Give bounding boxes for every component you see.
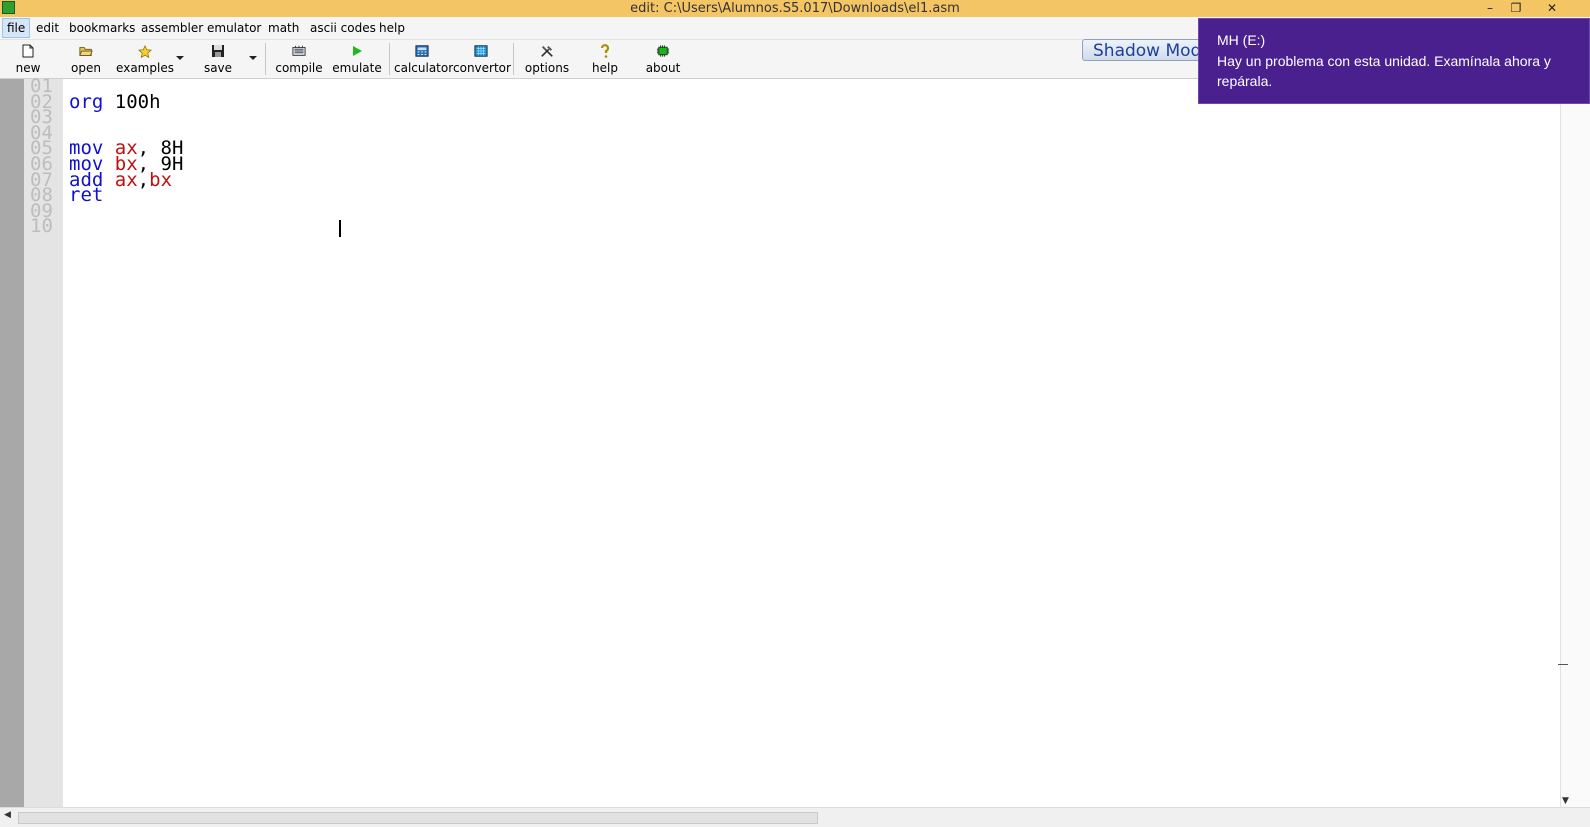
window-title: edit: C:\Users\Alumnos.S5.017\Downloads\… [630, 1, 960, 16]
drive-notification-toast[interactable]: MH (E:) Hay un problema con esta unidad.… [1198, 18, 1590, 104]
options-button[interactable]: options [522, 41, 572, 77]
toolbar-separator [513, 43, 514, 75]
examples-dropdown-icon[interactable] [176, 56, 184, 60]
code-separator: , [137, 168, 150, 191]
code-register: ax [114, 168, 138, 191]
play-icon [350, 44, 364, 58]
title-bar: edit: C:\Users\Alumnos.S5.017\Downloads\… [0, 0, 1590, 17]
convertor-icon [474, 44, 488, 58]
emulate-button[interactable]: emulate [332, 41, 382, 77]
code-keyword: ret [69, 184, 104, 207]
notification-title: MH (E:) [1217, 32, 1266, 48]
folder-open-icon [79, 44, 93, 58]
notification-body: Hay un problema con esta unidad. Examína… [1217, 53, 1551, 89]
floppy-disk-icon [211, 44, 225, 58]
about-button[interactable]: about [643, 41, 683, 77]
calculator-icon [415, 44, 429, 58]
menu-math[interactable]: math [264, 19, 303, 37]
scroll-marker [1558, 664, 1568, 665]
toolbar-separator [265, 43, 266, 75]
chip-icon [656, 44, 670, 58]
menu-file[interactable]: file [2, 18, 31, 38]
about-label: about [645, 61, 681, 75]
save-dropdown-icon[interactable] [249, 56, 257, 60]
new-button[interactable]: new [8, 41, 48, 77]
code-keyword: org [69, 90, 104, 113]
compile-icon [292, 44, 306, 58]
bookmark-gutter[interactable] [0, 79, 24, 807]
toolbar-separator [389, 43, 390, 75]
restore-icon[interactable]: ❐ [1502, 0, 1530, 17]
help-label: help [592, 61, 618, 75]
open-label: open [71, 61, 101, 75]
horizontal-scroll-thumb[interactable] [18, 812, 818, 824]
line-number: 10 [30, 215, 53, 238]
code-register: bx [149, 168, 173, 191]
shadow-mode-button[interactable]: Shadow Mode [1082, 39, 1214, 61]
calculator-button[interactable]: calculator [394, 41, 454, 77]
new-label: new [15, 61, 41, 75]
close-icon[interactable]: ✕ [1538, 0, 1566, 17]
calculator-label: calculator [394, 61, 454, 75]
minimize-icon[interactable]: – [1476, 0, 1504, 17]
scroll-left-icon[interactable]: ◀ [4, 810, 11, 820]
code-line[interactable]: org 100h [69, 92, 161, 111]
horizontal-scrollbar[interactable]: ◀ [0, 807, 1590, 827]
menu-edit[interactable]: edit [32, 19, 63, 37]
options-label: options [524, 61, 570, 75]
examples-label: examples [116, 61, 174, 75]
code-editor[interactable] [0, 79, 1560, 807]
examples-button[interactable]: examples [116, 41, 174, 77]
save-label: save [203, 61, 233, 75]
code-line[interactable]: ret [69, 186, 103, 205]
code-operand: 100h [103, 90, 161, 113]
star-icon [138, 44, 152, 58]
new-file-icon [21, 44, 35, 58]
compile-button[interactable]: compile [274, 41, 324, 77]
menu-emulator[interactable]: emulator [203, 19, 265, 37]
save-button[interactable]: save [198, 41, 238, 77]
vertical-scrollbar[interactable] [1560, 79, 1590, 807]
question-icon [598, 43, 612, 58]
text-caret [339, 220, 341, 237]
menu-help[interactable]: help [375, 19, 409, 37]
open-button[interactable]: open [66, 41, 106, 77]
compile-label: compile [275, 61, 323, 75]
convertor-button[interactable]: convertor [453, 41, 511, 77]
menu-assembler[interactable]: assembler [137, 19, 207, 37]
scroll-down-icon[interactable]: ▼ [1562, 796, 1569, 806]
menu-bookmarks[interactable]: bookmarks [65, 19, 139, 37]
emulate-label: emulate [332, 61, 382, 75]
convertor-label: convertor [453, 61, 511, 75]
menu-ascii-codes[interactable]: ascii codes [306, 19, 380, 37]
help-button[interactable]: help [585, 41, 625, 77]
tools-icon [540, 44, 554, 58]
